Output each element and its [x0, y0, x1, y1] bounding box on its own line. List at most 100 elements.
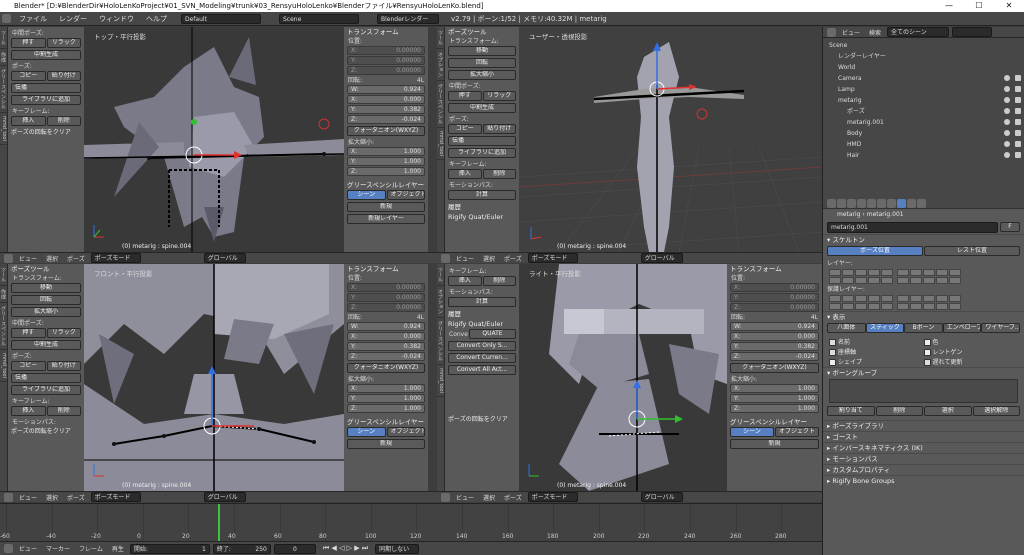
relax-button[interactable]: リラック	[46, 328, 81, 338]
history-header[interactable]: 履歴	[445, 202, 519, 212]
bone-tab-icon[interactable]	[907, 198, 916, 208]
render-camera-icon[interactable]	[1015, 97, 1021, 103]
current-frame-field[interactable]: 0	[273, 543, 316, 554]
orientation-selector[interactable]: グローバル	[640, 253, 683, 263]
outliner-row[interactable]: Body	[823, 128, 1024, 139]
rotation-mode-selector[interactable]: クォータニオン(WXYZ)	[730, 363, 819, 373]
bone-group-list[interactable]	[829, 379, 1018, 403]
rot-z-field[interactable]: Z: -0.024	[347, 115, 425, 124]
loc-y-field[interactable]: Y: 0.00000	[347, 293, 425, 302]
scale-z-field[interactable]: Z: 1.000	[730, 404, 819, 413]
delete-key-button[interactable]: 削除	[46, 116, 81, 126]
gp-object-button[interactable]: オブジェクト	[775, 427, 819, 437]
scale-button[interactable]: 拡大縮小	[448, 70, 516, 80]
armature-tab-icon[interactable]	[897, 198, 906, 208]
scale-z-field[interactable]: Z: 1.000	[347, 404, 425, 413]
transform-header[interactable]: トランスフォーム	[344, 27, 428, 37]
shapes-checkbox[interactable]: シェイプ	[829, 357, 924, 366]
remove-button[interactable]: 削除	[875, 406, 923, 416]
menu-window[interactable]: ウィンドウ	[95, 14, 138, 24]
gp-object-button[interactable]: オブジェクト	[386, 427, 425, 437]
outliner-row[interactable]: Hair	[823, 150, 1024, 161]
rot-x-field[interactable]: X: 0.000	[730, 332, 819, 341]
sync-mode-selector[interactable]: 同期しない	[375, 543, 420, 554]
rigify-header[interactable]: Rigify Quat/Euler	[445, 212, 519, 222]
maximize-button[interactable]: ☐	[964, 0, 994, 12]
clear-rotation-header[interactable]: ポーズの回転をクリア	[8, 128, 84, 138]
tab-tools[interactable]: ツール	[437, 27, 444, 49]
constraints-tab-icon[interactable]	[877, 198, 886, 208]
tab-grease[interactable]: グリースペンシル	[0, 66, 7, 113]
rot-y-field[interactable]: Y: 0.382	[347, 105, 425, 114]
relax-button[interactable]: リラック	[46, 38, 81, 48]
loc-y-field[interactable]: Y: 0.00000	[730, 293, 819, 302]
menu-frame[interactable]: フレーム	[76, 544, 106, 553]
scale-x-field[interactable]: X: 1.000	[730, 384, 819, 393]
add-library-button[interactable]: ライブラリに追加	[448, 148, 516, 158]
gp-scene-button[interactable]: シーン	[730, 427, 774, 437]
object-tab-icon[interactable]	[867, 198, 876, 208]
bone-groups-header[interactable]: ▾ ボーングループ	[823, 367, 1024, 378]
gp-new-layer-button[interactable]: 新規レイヤー	[347, 214, 425, 224]
delete-key-button[interactable]: 削除	[46, 406, 81, 416]
calculate-button[interactable]: 計算	[448, 190, 516, 200]
render-camera-icon[interactable]	[1015, 152, 1021, 158]
visibility-eye-icon[interactable]	[1004, 75, 1010, 81]
menu-view[interactable]: ビュー	[16, 544, 40, 553]
calculate-button[interactable]: 計算	[448, 297, 516, 307]
viewport-user-persp[interactable]: ユーザー・透視投影 (0) metarig : spine.004	[519, 27, 822, 252]
tab-options[interactable]: オプション	[437, 49, 444, 81]
add-library-button[interactable]: ライブラリに追加	[11, 385, 81, 395]
protected-layer-grid[interactable]	[823, 294, 1024, 311]
menu-view[interactable]: ビュー	[453, 493, 477, 502]
start-frame-field[interactable]: 開始: 1	[129, 543, 210, 554]
copy-button[interactable]: コピー	[11, 71, 46, 81]
display-header[interactable]: ▾ 表示	[823, 311, 1024, 322]
menu-pose[interactable]: ポーズ	[64, 493, 88, 502]
tab-create[interactable]: 作成	[0, 49, 7, 66]
rot-w-field[interactable]: W: 0.924	[347, 322, 425, 331]
menu-view[interactable]: ビュー	[16, 493, 40, 502]
visibility-eye-icon[interactable]	[1004, 152, 1010, 158]
outliner-row[interactable]: metarig	[823, 95, 1024, 106]
render-engine-selector[interactable]: Blenderレンダー	[377, 13, 439, 24]
scale-y-field[interactable]: Y: 1.000	[347, 394, 425, 403]
editor-type-icon[interactable]	[827, 27, 836, 37]
menu-pose[interactable]: ポーズ	[501, 493, 525, 502]
visibility-eye-icon[interactable]	[1004, 130, 1010, 136]
layers-tab-icon[interactable]	[837, 198, 846, 208]
scale-x-field[interactable]: X: 1.000	[347, 147, 425, 156]
wire-button[interactable]: ワイヤーフ...	[981, 323, 1020, 333]
rigify-header[interactable]: Rigify Quat/Euler	[445, 319, 519, 329]
editor-type-icon[interactable]	[4, 544, 13, 553]
playback-controls[interactable]: ⏮ ◀ ◁ ▷ ▶ ⏭	[323, 544, 368, 553]
tab-tools[interactable]: ツール	[0, 27, 7, 49]
minimize-button[interactable]: —	[934, 0, 964, 12]
paste-button[interactable]: 貼り付け	[46, 361, 81, 371]
propagate-button[interactable]: 伝播	[448, 136, 516, 146]
names-checkbox[interactable]: 名前	[829, 337, 924, 346]
editor-type-icon[interactable]	[2, 14, 11, 23]
menu-file[interactable]: ファイル	[15, 14, 51, 24]
scene-tab-icon[interactable]	[847, 198, 856, 208]
tab-create[interactable]: 作成	[0, 286, 7, 303]
tab-mmd[interactable]: mmd_tool	[0, 113, 7, 145]
layout-selector[interactable]: Default	[181, 13, 261, 24]
render-camera-icon[interactable]	[1015, 141, 1021, 147]
menu-playback[interactable]: 再生	[109, 544, 127, 553]
menu-select[interactable]: 選択	[43, 254, 61, 263]
menu-view[interactable]: ビュー	[16, 254, 40, 263]
rotate-button[interactable]: 回転	[448, 58, 516, 68]
outliner-row[interactable]: Camera	[823, 73, 1024, 84]
layer-grid[interactable]	[823, 268, 1024, 285]
move-button[interactable]: 移動	[448, 46, 516, 56]
visibility-eye-icon[interactable]	[1004, 86, 1010, 92]
viewport-front[interactable]: フロント・平行投影 (0) metarig : spine.004	[84, 264, 344, 491]
breakdown-button[interactable]: 中割生成	[448, 103, 516, 113]
envelope-button[interactable]: エンベロープ	[942, 323, 982, 333]
collapsed-section-header[interactable]: ▸ ゴースト	[823, 431, 1024, 442]
visibility-eye-icon[interactable]	[1004, 97, 1010, 103]
colors-checkbox[interactable]: 色	[923, 337, 1019, 346]
copy-button[interactable]: コピー	[448, 124, 482, 134]
rot-x-field[interactable]: X: 0.000	[347, 95, 425, 104]
